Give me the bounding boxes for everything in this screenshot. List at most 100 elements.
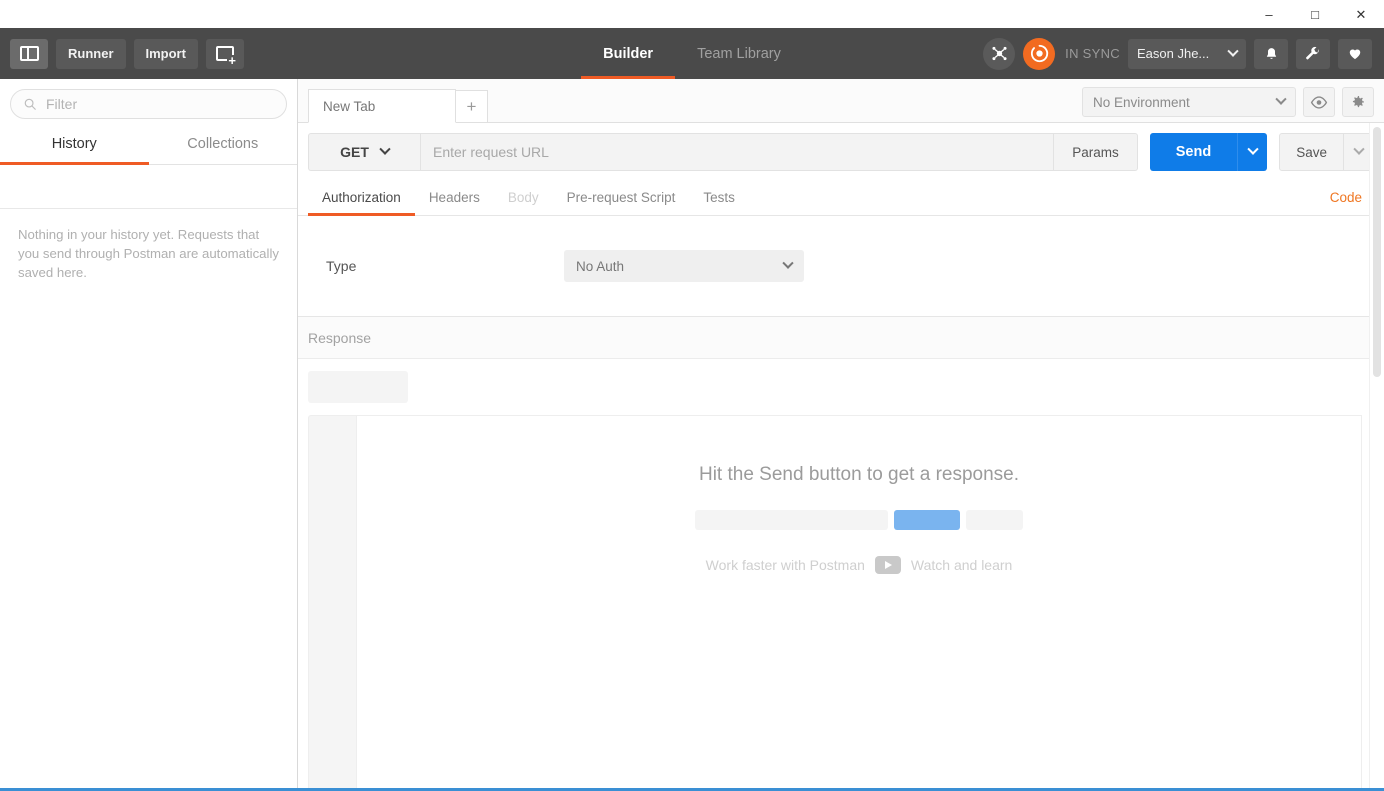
filter-input[interactable] bbox=[46, 96, 274, 112]
filter-container bbox=[0, 79, 297, 127]
app-header-left: Runner Import bbox=[0, 38, 244, 69]
request-tab-label: New Tab bbox=[323, 98, 376, 114]
tab-pre-request-script-label: Pre-request Script bbox=[566, 189, 676, 205]
environment-selected-label: No Environment bbox=[1093, 94, 1190, 110]
import-button[interactable]: Import bbox=[133, 38, 198, 69]
auth-type-select[interactable]: No Auth bbox=[564, 250, 804, 282]
response-header-label: Response bbox=[308, 329, 372, 346]
settings-button[interactable] bbox=[1296, 38, 1330, 69]
response-content-area: Hit the Send button to get a response. W… bbox=[357, 415, 1362, 788]
sidebar-tabs: History Collections bbox=[0, 127, 297, 165]
learn-suffix-label: Watch and learn bbox=[910, 557, 1013, 573]
http-method-value: GET bbox=[340, 144, 369, 160]
new-window-button[interactable] bbox=[205, 38, 244, 69]
tab-body[interactable]: Body bbox=[494, 181, 553, 216]
tab-authorization[interactable]: Authorization bbox=[308, 181, 415, 216]
history-empty-message: Nothing in your history yet. Requests th… bbox=[18, 227, 279, 280]
favorites-button[interactable] bbox=[1338, 38, 1372, 69]
send-options-button[interactable] bbox=[1237, 133, 1268, 171]
minimize-icon: – bbox=[1265, 6, 1273, 22]
response-skeleton-row bbox=[695, 510, 1023, 530]
params-button[interactable]: Params bbox=[1054, 133, 1138, 171]
response-empty-title: Hit the Send button to get a response. bbox=[698, 464, 1020, 485]
workspace: History Collections Nothing in your hist… bbox=[0, 79, 1384, 788]
eye-icon bbox=[1310, 95, 1328, 109]
learn-prefix-label: Work faster with Postman bbox=[705, 557, 865, 573]
plus-icon: + bbox=[466, 96, 477, 116]
save-button[interactable]: Save bbox=[1279, 133, 1344, 171]
response-gutter bbox=[308, 415, 357, 788]
nav-tab-team-library-label: Team Library bbox=[697, 45, 781, 62]
close-icon: ✕ bbox=[1355, 6, 1367, 22]
watch-and-learn-row[interactable]: Work faster with Postman Watch and learn bbox=[705, 556, 1013, 574]
main-panel: New Tab + No Environment GET Enter reque… bbox=[298, 79, 1384, 788]
tab-headers[interactable]: Headers bbox=[415, 181, 494, 216]
add-tab-button[interactable]: + bbox=[456, 90, 488, 123]
skeleton-bar-highlight bbox=[894, 510, 960, 530]
heart-icon bbox=[1349, 49, 1361, 60]
scrollbar-thumb[interactable] bbox=[1373, 127, 1381, 377]
network-sync-button[interactable] bbox=[983, 37, 1016, 70]
filter-box[interactable] bbox=[10, 89, 287, 119]
environment-quick-look-button[interactable] bbox=[1303, 87, 1335, 117]
sidebar-tab-collections[interactable]: Collections bbox=[149, 127, 298, 165]
response-empty-state: Hit the Send button to get a response. W… bbox=[357, 464, 1361, 574]
tab-tests-label: Tests bbox=[703, 189, 735, 205]
send-button-group: Send bbox=[1149, 133, 1268, 171]
sidebar-tab-history[interactable]: History bbox=[0, 127, 149, 165]
http-method-select[interactable]: GET bbox=[308, 133, 420, 171]
params-label: Params bbox=[1072, 144, 1119, 160]
sync-status-button[interactable] bbox=[1023, 37, 1056, 70]
sync-status-label: IN SYNC bbox=[1065, 46, 1120, 61]
nav-tab-builder-label: Builder bbox=[603, 45, 654, 62]
tab-pre-request-script[interactable]: Pre-request Script bbox=[553, 181, 690, 216]
main-vertical-scrollbar[interactable] bbox=[1369, 123, 1384, 788]
window-minimize-button[interactable]: – bbox=[1246, 0, 1292, 28]
code-link[interactable]: Code bbox=[1330, 190, 1362, 205]
chevron-down-icon bbox=[1275, 93, 1287, 105]
request-url-row: GET Params Send Save bbox=[298, 123, 1384, 181]
chevron-down-icon bbox=[1227, 45, 1239, 57]
skeleton-bar-right bbox=[966, 510, 1023, 530]
wrench-icon bbox=[1306, 46, 1319, 59]
sidebar-toggle-button[interactable] bbox=[10, 38, 48, 69]
sidebar-tab-collections-label: Collections bbox=[187, 136, 259, 152]
send-button[interactable]: Send bbox=[1149, 133, 1238, 171]
chevron-down-icon bbox=[782, 257, 794, 269]
save-button-group: Save bbox=[1279, 133, 1374, 171]
nav-tab-builder[interactable]: Builder bbox=[581, 31, 676, 79]
runner-label: Runner bbox=[68, 46, 114, 61]
response-body: Hit the Send button to get a response. W… bbox=[298, 359, 1384, 788]
notifications-button[interactable] bbox=[1254, 38, 1288, 69]
skeleton-bar-left bbox=[695, 510, 888, 530]
tab-tests[interactable]: Tests bbox=[689, 181, 749, 216]
import-label: Import bbox=[145, 46, 186, 61]
chevron-down-icon bbox=[379, 143, 391, 155]
bell-icon bbox=[1266, 47, 1276, 59]
sidebar-layout-icon bbox=[19, 46, 39, 61]
environment-area: No Environment bbox=[1082, 87, 1374, 117]
environment-settings-button[interactable] bbox=[1342, 87, 1374, 117]
tab-authorization-label: Authorization bbox=[322, 189, 401, 205]
gear-icon bbox=[1352, 96, 1364, 108]
app-header-right: IN SYNC Eason Jhe... bbox=[983, 37, 1384, 70]
sidebar: History Collections Nothing in your hist… bbox=[0, 79, 298, 788]
request-tabs-bar: New Tab + No Environment bbox=[298, 79, 1384, 123]
auth-type-value: No Auth bbox=[576, 258, 625, 274]
runner-button[interactable]: Runner bbox=[56, 38, 126, 69]
chevron-down-icon bbox=[1247, 143, 1259, 155]
request-url-input[interactable] bbox=[420, 133, 1055, 171]
user-account-dropdown[interactable]: Eason Jhe... bbox=[1128, 38, 1246, 69]
environment-select[interactable]: No Environment bbox=[1082, 87, 1296, 117]
app-header: Runner Import Builder Team Library bbox=[0, 28, 1384, 79]
search-icon bbox=[24, 98, 36, 110]
response-header: Response bbox=[298, 317, 1384, 359]
window-maximize-button[interactable]: □ bbox=[1292, 0, 1338, 28]
sidebar-toolbar bbox=[0, 165, 297, 209]
window-close-button[interactable]: ✕ bbox=[1338, 0, 1384, 28]
nav-tab-team-library[interactable]: Team Library bbox=[675, 31, 803, 79]
play-icon[interactable] bbox=[874, 556, 901, 574]
network-icon bbox=[992, 46, 1007, 61]
request-tab-new[interactable]: New Tab bbox=[308, 89, 456, 123]
user-account-name: Eason Jhe... bbox=[1137, 46, 1210, 61]
